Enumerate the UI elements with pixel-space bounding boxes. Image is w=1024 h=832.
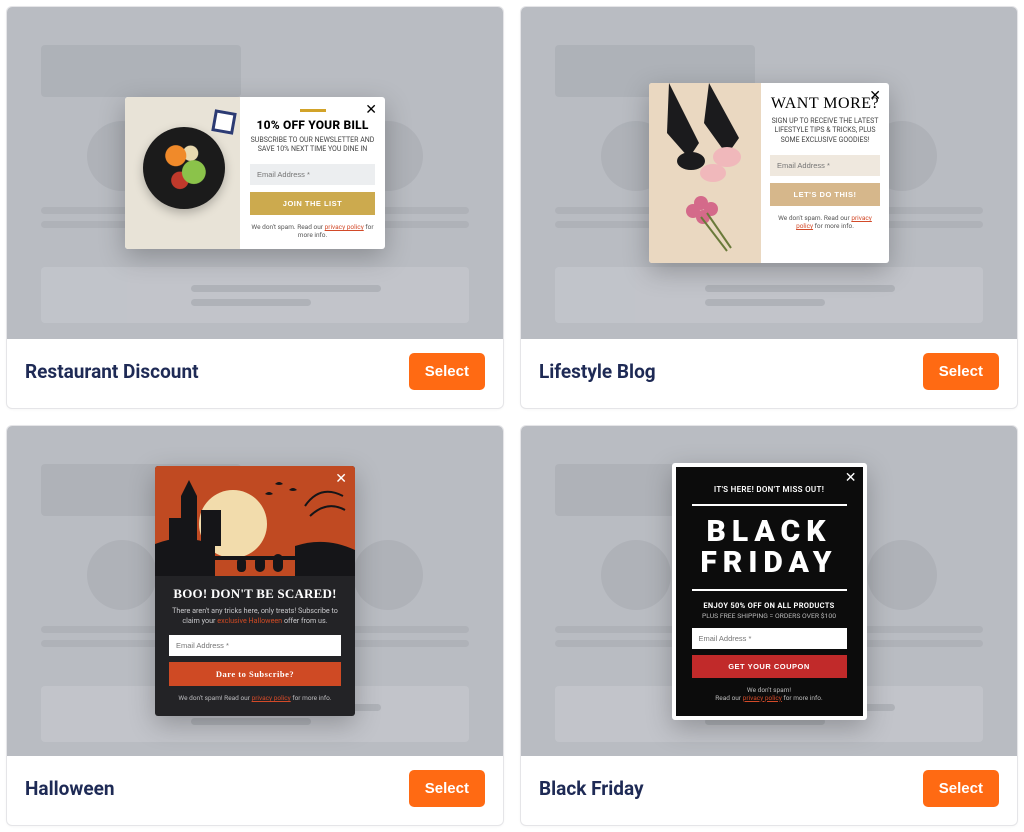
submit-button[interactable]: Dare to Subscribe?: [169, 662, 341, 686]
template-preview: ✕ 10% OFF YOUR BILL SUBSCRIBE TO OUR NEW…: [7, 7, 503, 339]
popup-body: WANT MORE? SIGN UP TO RECEIVE THE LATEST…: [761, 83, 889, 263]
template-title: Halloween: [25, 777, 115, 800]
email-input[interactable]: [250, 164, 375, 185]
halloween-illustration-icon: [155, 466, 355, 576]
select-button[interactable]: Select: [409, 770, 485, 807]
card-footer: Restaurant Discount Select: [7, 339, 503, 408]
email-input[interactable]: [692, 628, 847, 649]
popup-body: BOO! DON'T BE SCARED! There aren't any t…: [155, 576, 355, 716]
popup-image: [649, 83, 761, 263]
submit-button[interactable]: JOIN THE LIST: [250, 192, 375, 215]
privacy-link[interactable]: privacy policy: [743, 694, 782, 702]
divider: [692, 589, 847, 591]
divider: [692, 504, 847, 506]
template-card-lifestyle: ✕: [520, 6, 1018, 409]
popup-subtext: SIGN UP TO RECEIVE THE LATEST LIFESTYLE …: [770, 117, 880, 145]
template-title: Lifestyle Blog: [539, 360, 656, 383]
popup-body: 10% OFF YOUR BILL SUBSCRIBE TO OUR NEWSL…: [240, 97, 385, 250]
fine-print: We don't spam! Read our privacy policy f…: [692, 686, 847, 702]
close-icon[interactable]: ✕: [845, 471, 857, 485]
select-button[interactable]: Select: [923, 353, 999, 390]
popup-kicker: IT'S HERE! DON'T MISS OUT!: [692, 485, 847, 494]
close-icon[interactable]: ✕: [365, 103, 377, 117]
card-footer: Halloween Select: [7, 756, 503, 825]
popup-heading: WANT MORE?: [770, 95, 880, 113]
popup-heading: BOO! DON'T BE SCARED!: [169, 586, 341, 602]
popup-heading: 10% OFF YOUR BILL: [250, 118, 375, 132]
template-preview: ✕: [7, 426, 503, 756]
submit-button[interactable]: GET YOUR COUPON: [692, 655, 847, 678]
popup-preview: ✕: [649, 83, 889, 263]
template-grid: ✕ 10% OFF YOUR BILL SUBSCRIBE TO OUR NEW…: [6, 6, 1018, 826]
close-icon[interactable]: ✕: [869, 89, 881, 103]
email-input[interactable]: [770, 155, 880, 176]
popup-shipping: PLUS FREE SHIPPING = ORDERS OVER $100: [692, 612, 847, 620]
popup-subtext: There aren't any tricks here, only treat…: [169, 606, 341, 625]
template-card-black-friday: ✕ IT'S HERE! DON'T MISS OUT! BLACK FRIDA…: [520, 425, 1018, 826]
template-preview: ✕: [521, 7, 1017, 339]
popup-heading-line1: BLACK: [692, 516, 847, 548]
email-input[interactable]: [169, 635, 341, 656]
fine-print: We don't spam! Read our privacy policy f…: [169, 694, 341, 702]
card-footer: Lifestyle Blog Select: [521, 339, 1017, 408]
card-footer: Black Friday Select: [521, 756, 1017, 825]
lifestyle-illustration-icon: [649, 83, 761, 263]
template-card-halloween: ✕: [6, 425, 504, 826]
fine-print: We don't spam. Read our privacy policy f…: [770, 214, 880, 230]
popup-offer: ENJOY 50% OFF ON ALL PRODUCTS: [692, 601, 847, 610]
submit-button[interactable]: LET'S DO THIS!: [770, 183, 880, 206]
fine-print: We don't spam. Read our privacy policy f…: [250, 223, 375, 239]
popup-preview: ✕ 10% OFF YOUR BILL SUBSCRIBE TO OUR NEW…: [125, 97, 385, 250]
select-button[interactable]: Select: [409, 353, 485, 390]
privacy-link[interactable]: privacy policy: [252, 694, 291, 702]
popup-hero-image: [155, 466, 355, 576]
template-title: Restaurant Discount: [25, 360, 199, 383]
popup-heading-line2: FRIDAY: [692, 547, 847, 579]
popup-preview: ✕ IT'S HERE! DON'T MISS OUT! BLACK FRIDA…: [672, 463, 867, 720]
popup-image: [125, 97, 240, 250]
popup-subtext: SUBSCRIBE TO OUR NEWSLETTER AND SAVE 10%…: [250, 136, 375, 155]
close-icon[interactable]: ✕: [335, 472, 347, 486]
popup-preview: ✕: [155, 466, 355, 716]
template-card-restaurant: ✕ 10% OFF YOUR BILL SUBSCRIBE TO OUR NEW…: [6, 6, 504, 409]
template-title: Black Friday: [539, 777, 644, 800]
template-preview: ✕ IT'S HERE! DON'T MISS OUT! BLACK FRIDA…: [521, 426, 1017, 756]
accent-bar: [300, 109, 326, 112]
privacy-link[interactable]: privacy policy: [325, 223, 364, 231]
select-button[interactable]: Select: [923, 770, 999, 807]
